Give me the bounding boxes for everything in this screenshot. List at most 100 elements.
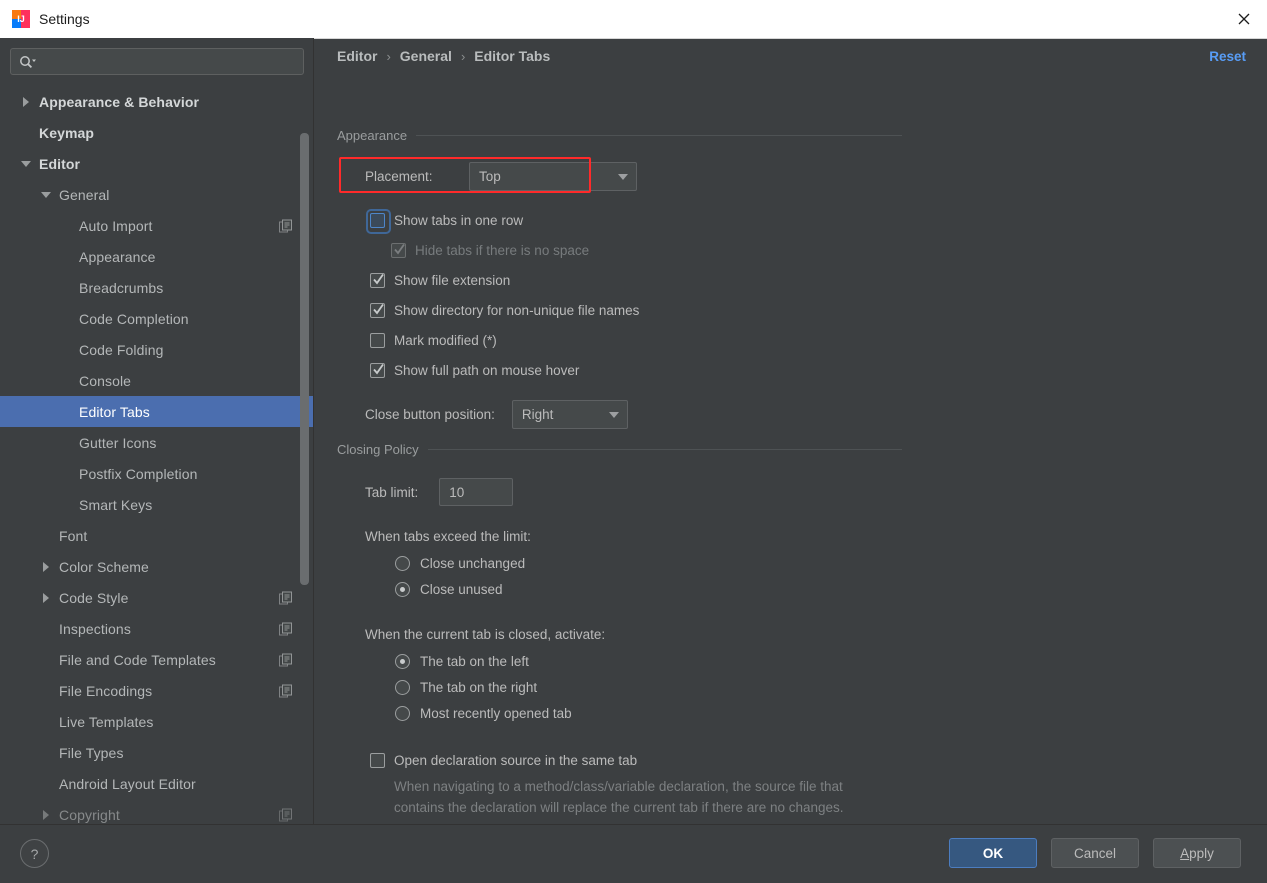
sidebar-item-editor[interactable]: Editor: [0, 148, 314, 179]
cancel-button[interactable]: Cancel: [1051, 838, 1139, 868]
chevron-down-icon[interactable]: [38, 187, 54, 203]
sidebar-item-label: Font: [59, 527, 88, 544]
sidebar-item-android-layout-editor[interactable]: Android Layout Editor: [0, 768, 314, 799]
sidebar-item-live-templates[interactable]: Live Templates: [0, 706, 314, 737]
open-declaration-label: Open declaration source in the same tab: [394, 752, 638, 768]
window-title-bar: IJ Settings: [0, 0, 1267, 39]
close-button-position-label: Close button position:: [365, 407, 495, 422]
checkbox-control[interactable]: [366, 208, 391, 234]
sidebar-scrollbar-thumb[interactable]: [300, 133, 309, 585]
chevron-right-icon[interactable]: [38, 559, 54, 575]
sidebar-item-breadcrumbs[interactable]: Breadcrumbs: [0, 272, 314, 303]
sidebar-item-general[interactable]: General: [0, 179, 314, 210]
checkbox-checked-icon: [370, 302, 385, 318]
chevron-right-icon[interactable]: [18, 94, 34, 110]
checkbox-show-full-path-on-mouse-hover[interactable]: Show full path on mouse hover: [370, 355, 902, 385]
sidebar-item-code-style[interactable]: Code Style: [0, 582, 314, 613]
breadcrumb-item-general[interactable]: General: [400, 48, 452, 64]
sidebar-scrollbar[interactable]: [300, 86, 309, 858]
exceed-limit-radio-group: Close unchanged Close unused: [395, 550, 902, 602]
checkbox-mark-modified[interactable]: Mark modified (*): [370, 325, 902, 355]
breadcrumb-item-editor[interactable]: Editor: [337, 48, 377, 64]
sidebar-item-label: File Types: [59, 744, 124, 761]
sidebar-item-code-completion[interactable]: Code Completion: [0, 303, 314, 334]
sidebar-item-smart-keys[interactable]: Smart Keys: [0, 489, 314, 520]
placement-row: Placement: Top: [365, 162, 902, 191]
checkbox-hide-tabs-if-there-is-no-space[interactable]: Hide tabs if there is no space: [391, 235, 902, 265]
settings-sidebar: Appearance & Behavior Keymap Editor General…: [0, 38, 314, 824]
radio-unselected-icon: [395, 679, 410, 695]
breadcrumb: Editor › General › Editor Tabs: [337, 48, 550, 64]
apply-button[interactable]: Apply: [1153, 838, 1241, 868]
checkbox-show-tabs-in-one-row[interactable]: Show tabs in one row: [366, 205, 902, 235]
sidebar-item-font[interactable]: Font: [0, 520, 314, 551]
sidebar-item-label: Keymap: [39, 124, 95, 141]
copy-settings-icon: [279, 591, 292, 604]
checkbox-show-directory-for-non-unique-file-names[interactable]: Show directory for non-unique file names: [370, 295, 902, 325]
sidebar-item-gutter-icons[interactable]: Gutter Icons: [0, 427, 314, 458]
placement-value: Top: [479, 169, 501, 184]
reset-link[interactable]: Reset: [1209, 49, 1246, 64]
radio-label: Close unused: [420, 581, 503, 597]
chevron-right-icon[interactable]: [38, 590, 54, 606]
breadcrumb-item-editor-tabs[interactable]: Editor Tabs: [474, 48, 550, 64]
sidebar-item-label: File Encodings: [59, 682, 153, 699]
sidebar-item-postfix-completion[interactable]: Postfix Completion: [0, 458, 314, 489]
close-button-position-value: Right: [521, 407, 554, 422]
checkbox-unchecked-icon: [370, 332, 385, 348]
ok-button[interactable]: OK: [949, 838, 1037, 868]
sidebar-item-inspections[interactable]: Inspections: [0, 613, 314, 644]
checkbox-control[interactable]: [370, 362, 385, 378]
closing-policy-group-title: Closing Policy: [337, 442, 419, 457]
sidebar-item-label: Appearance: [79, 248, 156, 265]
sidebar-item-appearance-behavior[interactable]: Appearance & Behavior: [0, 86, 314, 117]
checkbox-control[interactable]: [370, 332, 385, 348]
sidebar-item-label: Postfix Completion: [79, 465, 198, 482]
open-declaration-checkbox[interactable]: Open declaration source in the same tab: [370, 748, 902, 772]
search-box[interactable]: [10, 48, 304, 75]
radio-the-tab-on-the-left[interactable]: The tab on the left: [395, 648, 902, 674]
sidebar-item-editor-tabs[interactable]: Editor Tabs: [0, 396, 314, 427]
sidebar-item-file-encodings[interactable]: File Encodings: [0, 675, 314, 706]
search-input[interactable]: [40, 54, 303, 69]
radio-most-recently-opened-tab[interactable]: Most recently opened tab: [395, 700, 902, 726]
copy-settings-icon: [279, 684, 292, 697]
sidebar-item-auto-import[interactable]: Auto Import: [0, 210, 314, 241]
chevron-down-icon[interactable]: [18, 156, 34, 172]
chevron-down-icon: [601, 411, 627, 418]
sidebar-item-file-types[interactable]: File Types: [0, 737, 314, 768]
question-mark-icon: ?: [30, 845, 39, 862]
help-button[interactable]: ?: [20, 839, 49, 868]
checkbox-control[interactable]: [370, 302, 385, 318]
radio-the-tab-on-the-right[interactable]: The tab on the right: [395, 674, 902, 700]
copy-settings-icon: [279, 653, 292, 666]
appearance-checkbox-list: Show tabs in one row Hide tabs if there i…: [366, 205, 902, 385]
checkbox-control[interactable]: [391, 242, 406, 258]
closing-policy-group: Closing Policy Tab limit: 10 When tabs e…: [337, 442, 902, 818]
sidebar-item-keymap[interactable]: Keymap: [0, 117, 314, 148]
sidebar-item-label: Code Completion: [79, 310, 189, 327]
checkbox-show-file-extension[interactable]: Show file extension: [370, 265, 902, 295]
tab-limit-input[interactable]: 10: [439, 478, 514, 506]
radio-close-unused[interactable]: Close unused: [395, 576, 902, 602]
sidebar-item-console[interactable]: Console: [0, 365, 314, 396]
radio-selected-icon: [395, 653, 410, 669]
sidebar-item-appearance[interactable]: Appearance: [0, 241, 314, 272]
chevron-right-icon[interactable]: [38, 807, 54, 823]
copy-settings-icon: [279, 622, 292, 635]
sidebar-item-file-and-code-templates[interactable]: File and Code Templates: [0, 644, 314, 675]
close-button-position-dropdown[interactable]: Right: [511, 400, 628, 429]
sidebar-item-color-scheme[interactable]: Color Scheme: [0, 551, 314, 582]
placement-label: Placement:: [365, 169, 433, 184]
group-divider: [416, 135, 902, 136]
checkbox-control[interactable]: [370, 272, 385, 288]
sidebar-item-label: General: [59, 186, 110, 203]
radio-close-unchanged[interactable]: Close unchanged: [395, 550, 902, 576]
placement-dropdown[interactable]: Top: [469, 162, 637, 191]
activate-label: When the current tab is closed, activate…: [365, 627, 606, 642]
checkbox-label: Show directory for non-unique file names: [394, 302, 640, 318]
intellij-idea-icon: IJ: [12, 10, 30, 28]
close-icon[interactable]: [1221, 0, 1267, 37]
sidebar-item-code-folding[interactable]: Code Folding: [0, 334, 314, 365]
checkbox-label: Hide tabs if there is no space: [415, 242, 590, 258]
